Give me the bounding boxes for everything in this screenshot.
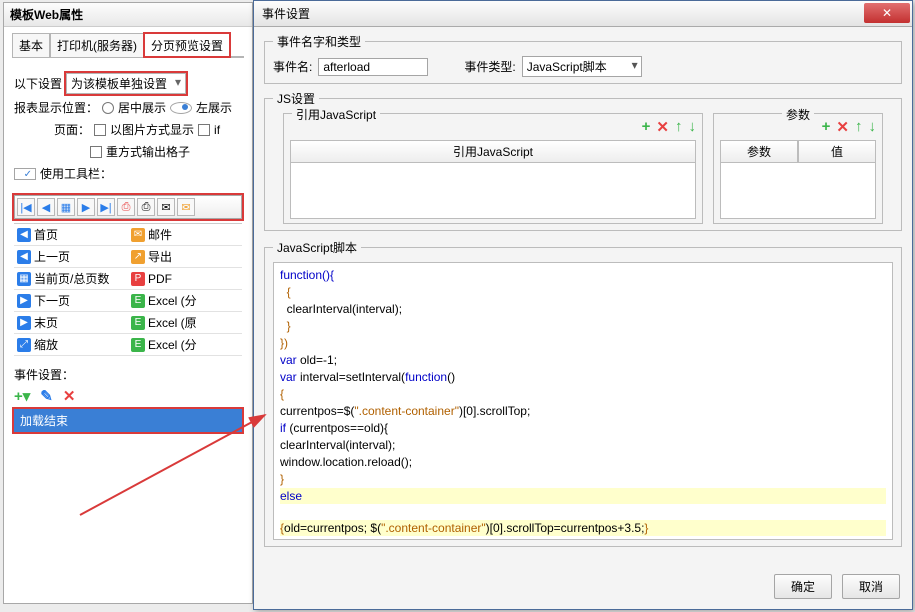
excel-icon: E	[131, 294, 145, 308]
first-icon: ◀	[17, 228, 31, 242]
tab-printer[interactable]: 打印机(服务器)	[50, 33, 144, 57]
tb-first[interactable]: |◀	[17, 198, 35, 216]
ok-button[interactable]: 确定	[774, 574, 832, 599]
event-type-select[interactable]: JavaScript脚本	[522, 56, 642, 77]
add-event-button[interactable]: +▾	[14, 387, 30, 405]
tb-mail2[interactable]: ✉	[177, 198, 195, 216]
radio-left[interactable]	[170, 102, 192, 114]
tb-next[interactable]: ▶	[77, 198, 95, 216]
param-add-button[interactable]: +	[822, 118, 831, 136]
tab-pagination[interactable]: 分页预览设置	[144, 33, 230, 57]
mail-icon: ✉	[131, 228, 145, 242]
export-icon: ↗	[131, 250, 145, 264]
tb-prev[interactable]: ◀	[37, 198, 55, 216]
close-button[interactable]: ✕	[864, 3, 910, 23]
pos-label: 报表显示位置：	[14, 99, 98, 116]
toolbar: |◀ ◀ ▦ ▶ ▶| ⎙ ⎙ ✉ ✉	[14, 195, 242, 219]
setting-label: 以下设置	[14, 75, 62, 92]
event-label: 事件设置：	[14, 366, 242, 383]
js-ref-list[interactable]	[290, 163, 696, 219]
setting-select[interactable]: 为该模板单独设置	[66, 73, 186, 94]
param-del-button[interactable]: ✕	[836, 118, 849, 136]
dlg-title: 事件设置	[262, 5, 310, 22]
event-name-input[interactable]: afterload	[318, 58, 428, 76]
chk-if[interactable]	[198, 124, 210, 136]
js-settings-group: JS设置 引用JavaScript + ✕ ↑ ↓ 引用JavaScript 参…	[264, 90, 902, 231]
prev-icon: ◀	[17, 250, 31, 264]
js-up-button[interactable]: ↑	[675, 118, 683, 136]
tab-basic[interactable]: 基本	[12, 33, 50, 57]
page-icon: ▦	[17, 272, 31, 286]
nav-list: ◀首页✉邮件 ◀上一页↗导出 ▦当前页/总页数PPDF ▶下一页EExcel (…	[14, 223, 242, 356]
tb-mail[interactable]: ✉	[157, 198, 175, 216]
js-del-button[interactable]: ✕	[656, 118, 669, 136]
param-up-button[interactable]: ↑	[855, 118, 863, 136]
tabs: 基本 打印机(服务器) 分页预览设置	[12, 33, 244, 57]
tb-pdf[interactable]: ⎙	[117, 198, 135, 216]
code-editor[interactable]: function(){ { clearInterval(interval); }…	[273, 262, 893, 540]
excel-icon: E	[131, 316, 145, 330]
tb-last[interactable]: ▶|	[97, 198, 115, 216]
js-add-button[interactable]: +	[642, 118, 651, 136]
radio-center[interactable]	[102, 102, 114, 114]
chk-toolbar[interactable]	[14, 168, 36, 180]
param-list[interactable]	[720, 163, 876, 219]
event-item-afterload[interactable]: 加载结束	[14, 409, 242, 432]
js-down-button[interactable]: ↓	[689, 118, 697, 136]
chk-img[interactable]	[94, 124, 106, 136]
excel-icon: E	[131, 338, 145, 352]
chk-grid[interactable]	[90, 146, 102, 158]
zoom-icon: ⤢	[17, 338, 31, 352]
tb-grid[interactable]: ▦	[57, 198, 75, 216]
js-script-group: JavaScript脚本 function(){ { clearInterval…	[264, 239, 902, 547]
last-icon: ▶	[17, 316, 31, 330]
event-name-group: 事件名字和类型 事件名: afterload 事件类型: JavaScript脚…	[264, 33, 902, 84]
template-web-attrs-window: 模板Web属性 基本 打印机(服务器) 分页预览设置 以下设置 为该模板单独设置…	[3, 2, 253, 604]
pdf-icon: P	[131, 272, 145, 286]
del-event-button[interactable]: ✕	[63, 387, 76, 405]
left-title: 模板Web属性	[4, 3, 252, 27]
edit-event-button[interactable]: ✎	[40, 387, 53, 405]
param-down-button[interactable]: ↓	[869, 118, 877, 136]
next-icon: ▶	[17, 294, 31, 308]
cancel-button[interactable]: 取消	[842, 574, 900, 599]
tb-print[interactable]: ⎙	[137, 198, 155, 216]
event-settings-dialog: 事件设置 ✕ 事件名字和类型 事件名: afterload 事件类型: Java…	[253, 0, 913, 610]
